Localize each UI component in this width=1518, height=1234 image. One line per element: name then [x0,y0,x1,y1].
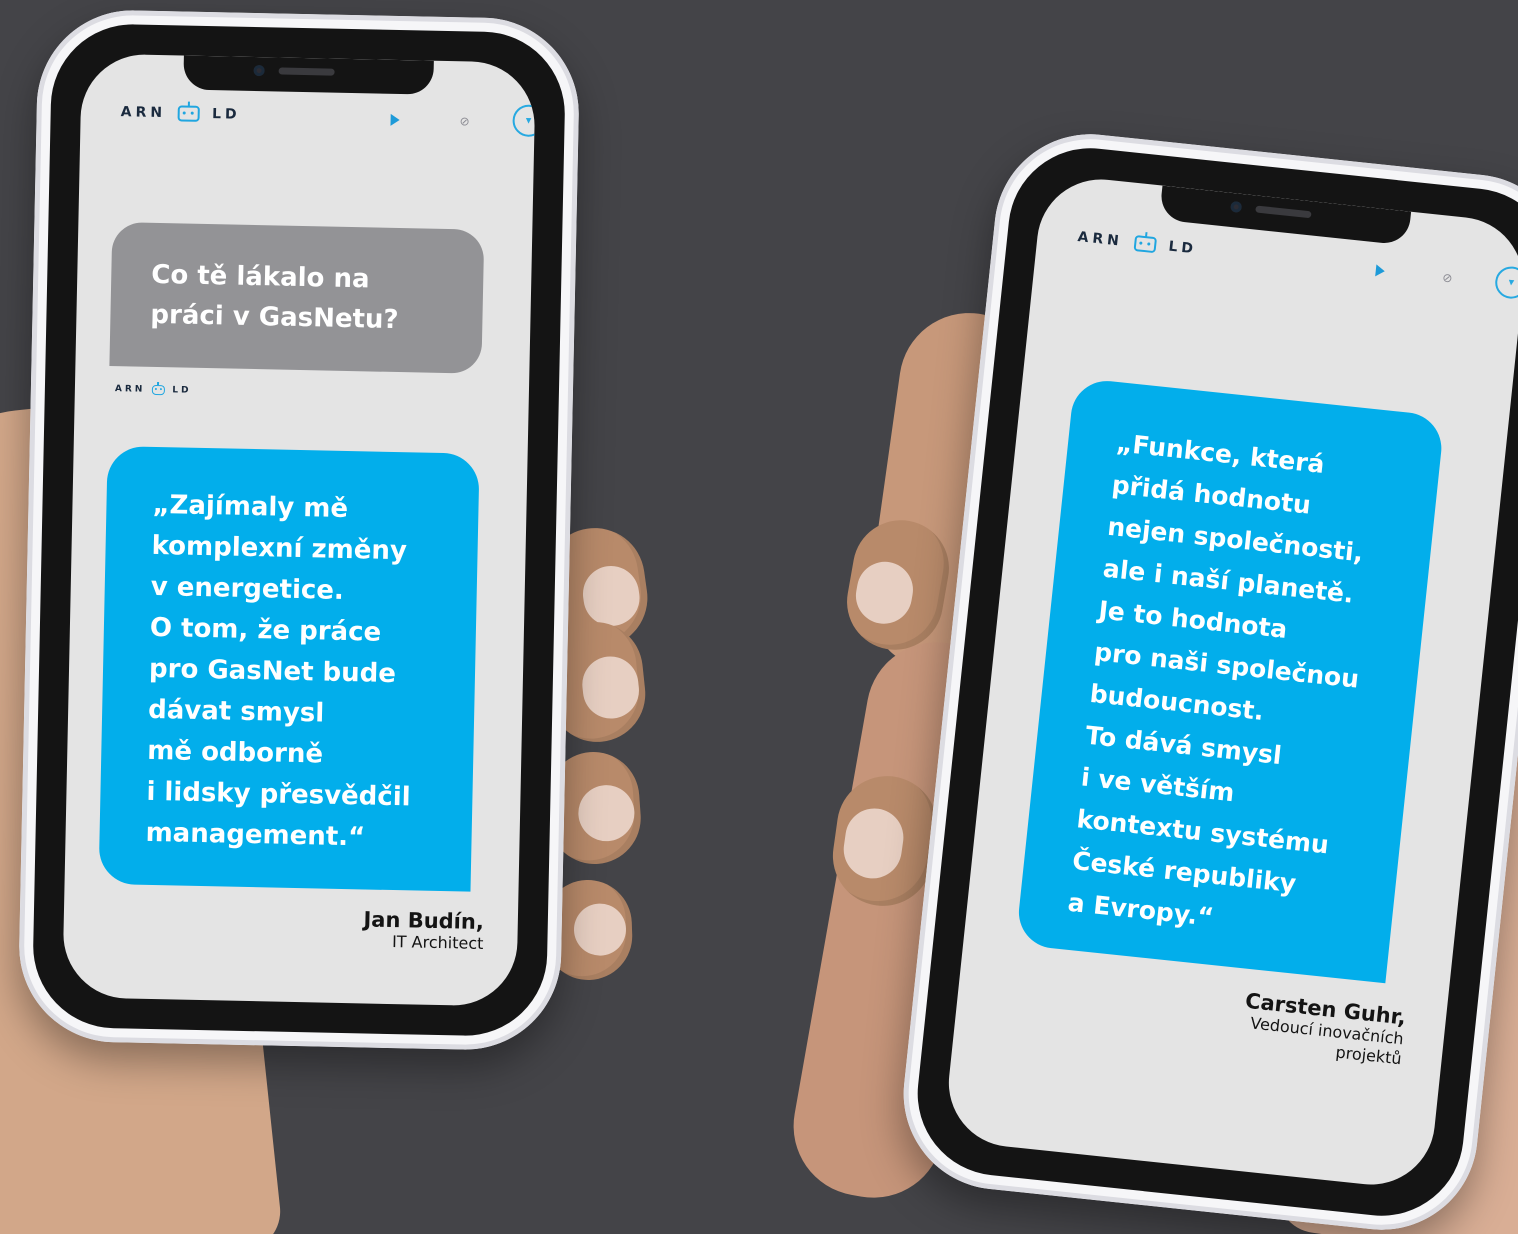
left-phone-screen: ARN LD ⊘ ▾ Co tě lákalo na práci v GasNe… [62,53,536,1007]
camera-icon [253,64,265,77]
mute-icon[interactable]: ⊘ [1436,267,1458,289]
menu-chevron-icon[interactable]: ▾ [512,104,536,138]
author-name: Jan Budín, [363,907,485,934]
speaker-icon [1255,205,1312,219]
answer-line: pro GasNet bude [148,653,397,690]
right-phone: ARN LD ⊘ ▾ „Funkce, která přidá hodnotu … [894,124,1518,1234]
answer-line: i lidsky přesvědčil [146,776,411,813]
menu-chevron-icon[interactable]: ▾ [1493,264,1518,301]
play-icon[interactable] [1375,264,1386,278]
play-icon[interactable] [390,113,400,127]
right-phone-bezel: ARN LD ⊘ ▾ „Funkce, která přidá hodnotu … [909,140,1518,1224]
notch [1158,185,1412,246]
right-phone-screen: ARN LD ⊘ ▾ „Funkce, která přidá hodnotu … [942,173,1518,1191]
robot-icon [1133,235,1158,254]
robot-icon [177,105,201,122]
question-line: práci v GasNetu? [150,299,399,336]
answer-line: v energetice. [150,571,345,606]
left-phone: ARN LD ⊘ ▾ Co tě lákalo na práci v GasNe… [17,8,581,1052]
robot-icon [152,384,166,396]
logo-text-right: LD [211,106,241,123]
logo-text-left: ARN [1076,229,1124,250]
app-header: ARN LD ⊘ ▾ [120,104,536,152]
logo-text-right: LD [1167,238,1198,258]
logo-text-left: ARN [120,104,167,122]
bot-tag: ARN LD [115,384,192,396]
answer-bubble: „Zajímaly mě komplexní změny v energetic… [98,445,480,892]
camera-icon [1230,200,1243,213]
answer-line: O tom, že práce [149,612,382,648]
left-phone-bezel: ARN LD ⊘ ▾ Co tě lákalo na práci v GasNe… [31,22,567,1038]
speaker-icon [278,67,335,76]
answer-line: management.“ [145,817,366,853]
question-line: Co tě lákalo na [150,259,370,295]
app-header: ARN LD ⊘ ▾ [1074,229,1518,312]
answer-line: mě odborně [147,735,324,770]
notch [183,55,434,95]
answer-bubble: „Funkce, která přidá hodnotu nejen spole… [1015,377,1445,984]
bot-tag-text-left: ARN [114,384,146,395]
scene: ARN LD ⊘ ▾ Co tě lákalo na práci v GasNe… [0,0,1518,1234]
bot-tag-text-right: LD [172,385,192,396]
answer-line: „Zajímaly mě [152,489,349,525]
author: Carsten Guhr, Vedoucí inovačních projekt… [1240,989,1407,1070]
arnold-logo[interactable]: ARN LD [1077,229,1198,257]
question-bubble: Co tě lákalo na práci v GasNetu? [109,222,485,374]
answer-line: dávat smysl [147,694,325,729]
author-role: IT Architect [391,932,484,953]
arnold-logo[interactable]: ARN LD [121,104,241,123]
answer-line: komplexní změny [151,530,408,567]
author: Jan Budín, IT Architect [363,907,484,954]
mute-icon[interactable]: ⊘ [454,111,474,131]
